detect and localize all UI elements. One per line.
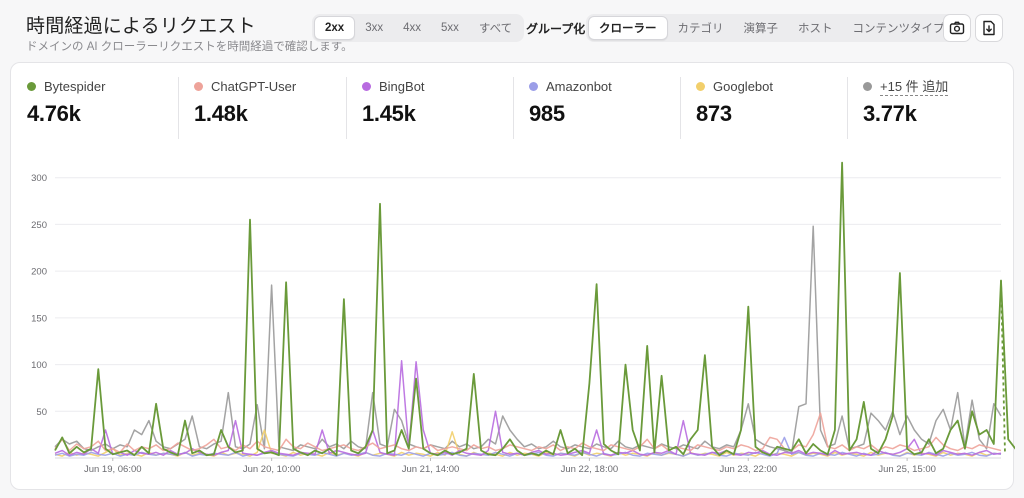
status-tab-4[interactable]: すべて [469,16,522,40]
group-filter: クローラー カテゴリ 演算子 ホスト コンテンツタイプ [586,14,957,42]
page-subtitle: ドメインの AI クローラーリクエストを時間経過で確認します。 [26,41,353,53]
x-tick-label: Jun 21, 14:00 [402,464,460,475]
camera-icon [949,21,965,35]
status-tab-0[interactable]: 2xx [314,16,356,40]
page-title: 時間経過によるリクエスト [26,16,256,37]
group-tab-1[interactable]: カテゴリ [668,16,734,40]
group-tab-0[interactable]: クローラー [588,16,668,40]
group-tab-3[interactable]: ホスト [788,16,843,40]
x-tick-label: Jun 19, 06:00 [84,464,142,475]
y-tick-label: 300 [31,173,47,184]
series-line-2 [54,360,1002,456]
status-tab-2[interactable]: 4xx [393,16,431,40]
status-tab-1[interactable]: 3xx [355,16,393,40]
group-label: グループ化: [526,22,590,36]
requests-line-chart: 50 100 150 200 250 300 Jun 19, 06:00 Jun 20, 10… [31,161,1015,475]
download-icon [983,20,995,36]
y-tick-label: 200 [31,267,47,278]
x-tick-label: Jun 23, 22:00 [719,464,777,475]
chart-card: Bytespider 4.76k ChatGPT-User 1.48k BingBot 1… [10,62,1015,490]
download-button[interactable] [975,14,1003,42]
y-tick-label: 250 [31,220,47,231]
x-tick-label: Jun 25, 15:00 [878,464,936,475]
group-tab-4[interactable]: コンテンツタイプ [843,16,955,40]
y-tick-label: 50 [36,407,47,418]
y-tick-label: 100 [31,360,47,371]
x-tick-label: Jun 22, 18:00 [561,464,619,475]
series-line-5 [54,225,1002,455]
status-tab-3[interactable]: 5xx [431,16,469,40]
x-tick-label: Jun 20, 10:00 [243,464,301,475]
group-tab-2[interactable]: 演算子 [734,16,789,40]
status-filter: 2xx 3xx 4xx 5xx すべて [312,14,525,42]
header: 時間経過によるリクエスト ドメインの AI クローラーリクエストを時間経過で確認… [0,0,1024,62]
screenshot-button[interactable] [943,14,971,42]
y-tick-label: 150 [31,313,47,324]
